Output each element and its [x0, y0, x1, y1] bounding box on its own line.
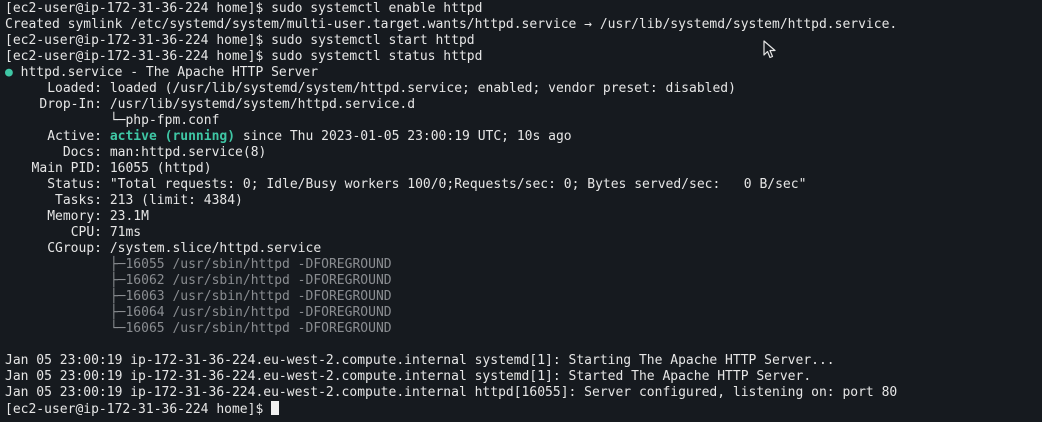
- command-text: sudo systemctl enable httpd: [271, 1, 483, 16]
- status-row-memory: Memory: 23.1M: [5, 209, 1042, 225]
- shell-prompt: [ec2-user@ip-172-31-36-224 home]$: [5, 33, 272, 48]
- process-text: 16062 /usr/sbin/httpd -DFOREGROUND: [125, 273, 392, 288]
- process-text: 16055 /usr/sbin/httpd -DFOREGROUND: [125, 257, 392, 272]
- status-dot-icon: ●: [5, 65, 13, 80]
- tree-branch-icon: ├─: [109, 305, 126, 320]
- command-line: [ec2-user@ip-172-31-36-224 home]$ sudo s…: [5, 33, 1042, 49]
- status-row-status: Status: "Total requests: 0; Idle/Busy wo…: [5, 177, 1042, 193]
- status-row-dropin-file: └─php-fpm.conf: [5, 113, 1042, 129]
- field-label: Drop-In:: [39, 97, 102, 112]
- terminal-window[interactable]: [ec2-user@ip-172-31-36-224 home]$ sudo s…: [0, 0, 1042, 422]
- status-row-active: Active: active (running) since Thu 2023-…: [5, 129, 1042, 145]
- journal-line: Jan 05 23:00:19 ip-172-31-36-224.eu-west…: [5, 369, 812, 384]
- status-row-loaded: Loaded: loaded (/usr/lib/systemd/system/…: [5, 81, 1042, 97]
- field-value: 71ms: [109, 225, 142, 240]
- field-label: Tasks:: [55, 193, 102, 208]
- field-value: man:httpd.service(8): [109, 145, 267, 160]
- journal-line: Jan 05 23:00:19 ip-172-31-36-224.eu-west…: [5, 385, 898, 400]
- tree-branch-icon: ├─: [109, 273, 126, 288]
- field-value: php-fpm.conf: [125, 113, 220, 128]
- command-line: [ec2-user@ip-172-31-36-224 home]$ sudo s…: [5, 49, 1042, 65]
- field-value: /usr/lib/systemd/system/httpd.service.d: [109, 97, 416, 112]
- block-cursor-icon[interactable]: [271, 401, 280, 415]
- field-value: "Total requests: 0; Idle/Busy workers 10…: [109, 177, 807, 192]
- process-text: 16063 /usr/sbin/httpd -DFOREGROUND: [125, 289, 392, 304]
- process-row: └─16065 /usr/sbin/httpd -DFOREGROUND: [5, 321, 1042, 337]
- field-value: loaded (/usr/lib/systemd/system/httpd.se…: [109, 81, 736, 96]
- shell-prompt: [ec2-user@ip-172-31-36-224 home]$: [5, 49, 272, 64]
- tree-branch-icon: └─: [109, 113, 126, 128]
- process-row: ├─16055 /usr/sbin/httpd -DFOREGROUND: [5, 257, 1042, 273]
- journal-line: Jan 05 23:00:19 ip-172-31-36-224.eu-west…: [5, 353, 835, 368]
- field-value: 23.1M: [109, 209, 149, 224]
- field-label: Docs:: [62, 145, 102, 160]
- process-row: ├─16064 /usr/sbin/httpd -DFOREGROUND: [5, 305, 1042, 321]
- output-line: Created symlink /etc/systemd/system/mult…: [5, 17, 898, 32]
- field-value: since Thu 2023-01-05 23:00:19 UTC; 10s a…: [235, 129, 572, 144]
- tree-branch-icon: └─: [109, 321, 126, 336]
- process-text: 16065 /usr/sbin/httpd -DFOREGROUND: [125, 321, 392, 336]
- shell-prompt: [ec2-user@ip-172-31-36-224 home]$: [5, 402, 272, 417]
- status-row-dropin: Drop-In: /usr/lib/systemd/system/httpd.s…: [5, 97, 1042, 113]
- status-row-cgroup: CGroup: /system.slice/httpd.service: [5, 241, 1042, 257]
- field-value: 16055 (httpd): [109, 161, 212, 176]
- service-header: ● httpd.service - The Apache HTTP Server: [5, 65, 1042, 81]
- command-text: sudo systemctl start httpd: [271, 33, 475, 48]
- field-label: Status:: [47, 177, 102, 192]
- mouse-pointer-icon: [763, 40, 776, 59]
- status-row-cpu: CPU: 71ms: [5, 225, 1042, 241]
- service-title: httpd.service - The Apache HTTP Server: [20, 65, 319, 80]
- status-row-tasks: Tasks: 213 (limit: 4384): [5, 193, 1042, 209]
- field-value: /system.slice/httpd.service: [109, 241, 322, 256]
- status-row-pid: Main PID: 16055 (httpd): [5, 161, 1042, 177]
- field-label: Main PID:: [31, 161, 102, 176]
- field-label: Memory:: [47, 209, 102, 224]
- field-label: Active:: [47, 129, 102, 144]
- field-label: CPU:: [70, 225, 102, 240]
- status-row-docs: Docs: man:httpd.service(8): [5, 145, 1042, 161]
- active-state-badge: active (running): [109, 129, 236, 144]
- process-row: ├─16063 /usr/sbin/httpd -DFOREGROUND: [5, 289, 1042, 305]
- tree-branch-icon: ├─: [109, 257, 126, 272]
- command-text: sudo systemctl status httpd: [271, 49, 483, 64]
- shell-prompt: [ec2-user@ip-172-31-36-224 home]$: [5, 1, 272, 16]
- field-label: CGroup:: [47, 241, 102, 256]
- tree-branch-icon: ├─: [109, 289, 126, 304]
- process-row: ├─16062 /usr/sbin/httpd -DFOREGROUND: [5, 273, 1042, 289]
- command-line[interactable]: [ec2-user@ip-172-31-36-224 home]$: [5, 401, 1042, 417]
- command-line: [ec2-user@ip-172-31-36-224 home]$ sudo s…: [5, 1, 1042, 17]
- field-label: Loaded:: [47, 81, 102, 96]
- field-value: 213 (limit: 4384): [109, 193, 243, 208]
- process-text: 16064 /usr/sbin/httpd -DFOREGROUND: [125, 305, 392, 320]
